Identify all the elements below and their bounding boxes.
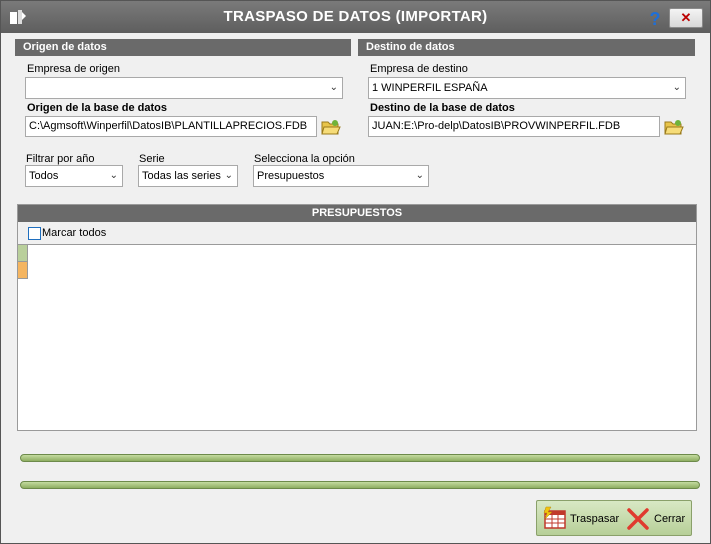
cerrar-label: Cerrar [654, 513, 686, 525]
destino-header: Destino de datos [358, 39, 695, 56]
progress-bar [20, 481, 700, 489]
empresa-destino-label: Empresa de destino [370, 63, 468, 75]
table-icon [543, 506, 566, 529]
chevron-down-icon: ⌄ [672, 82, 681, 93]
close-window-button[interactable]: ✕ [669, 8, 703, 28]
empresa-destino-value: 1 WINPERFIL ESPAÑA [372, 82, 488, 94]
folder-open-icon[interactable] [321, 118, 341, 136]
chevron-down-icon: ⌄ [415, 170, 424, 181]
chevron-down-icon: ⌄ [329, 82, 338, 93]
empresa-destino-select[interactable]: 1 WINPERFIL ESPAÑA ⌄ [368, 77, 686, 99]
filtrar-anio-label: Filtrar por año [26, 153, 95, 165]
help-icon[interactable]: ? [644, 9, 666, 29]
cerrar-button[interactable]: Cerrar [623, 501, 691, 535]
serie-value: Todas las series [142, 170, 221, 182]
opcion-value: Presupuestos [257, 170, 325, 182]
button-group: Traspasar Cerrar [536, 500, 692, 536]
presupuestos-panel: PRESUPUESTOS Marcar todos [17, 204, 697, 431]
import-window: TRASPASO DE DATOS (IMPORTAR) ? ✕ Origen … [0, 0, 711, 544]
row-indicator[interactable] [18, 245, 28, 262]
serie-label: Serie [139, 153, 165, 165]
opcion-select[interactable]: Presupuestos ⌄ [253, 165, 429, 187]
progress-bar [20, 454, 700, 462]
serie-select[interactable]: Todas las series ⌄ [138, 165, 238, 187]
opcion-label: Selecciona la opción [254, 153, 355, 165]
destino-bd-input[interactable]: JUAN:E:\Pro-delp\DatosIB\PROVWINPERFIL.F… [368, 116, 660, 137]
destino-bd-label: Destino de la base de datos [370, 102, 515, 114]
marcar-todos-checkbox[interactable] [28, 227, 41, 240]
empresa-origen-label: Empresa de origen [27, 63, 120, 75]
presupuestos-grid[interactable] [18, 244, 696, 430]
chevron-down-icon: ⌄ [224, 170, 233, 181]
origen-bd-input[interactable]: C:\Agmsoft\Winperfil\DatosIB\PLANTILLAPR… [25, 116, 317, 137]
origen-header: Origen de datos [15, 39, 351, 56]
close-x-icon [627, 508, 649, 530]
marcar-todos-label[interactable]: Marcar todos [42, 227, 106, 239]
traspasar-label: Traspasar [570, 513, 620, 525]
chevron-down-icon: ⌄ [109, 170, 118, 181]
empresa-origen-select[interactable]: ⌄ [25, 77, 343, 99]
filtrar-anio-select[interactable]: Todos ⌄ [25, 165, 123, 187]
title-bar: TRASPASO DE DATOS (IMPORTAR) ? ✕ [1, 1, 710, 33]
filtrar-anio-value: Todos [29, 170, 59, 182]
grid-header: PRESUPUESTOS [18, 205, 696, 222]
row-indicator[interactable] [18, 262, 28, 279]
traspasar-button[interactable]: Traspasar [537, 501, 623, 535]
folder-open-icon[interactable] [664, 118, 684, 136]
origen-bd-label: Origen de la base de datos [27, 102, 167, 114]
window-title: TRASPASO DE DATOS (IMPORTAR) [223, 8, 488, 25]
